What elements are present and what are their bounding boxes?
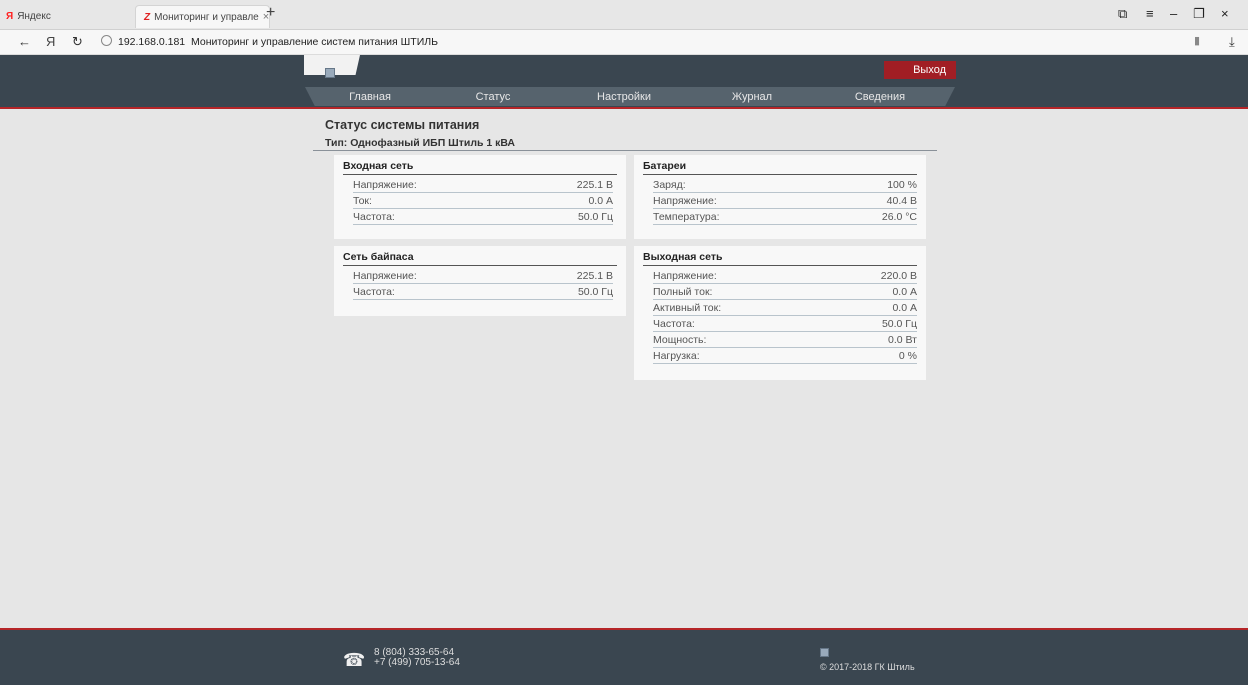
- panel-title: Входная сеть: [343, 160, 414, 172]
- panel-output-network: Выходная сеть Напряжение: 220.0 В Полный…: [634, 246, 926, 380]
- data-row: Заряд: 100 %: [653, 179, 917, 193]
- tab-monitoring[interactable]: Z Мониторинг и управле ×: [135, 5, 270, 28]
- contact-phones: 8 (804) 333-65-64 +7 (499) 705-13-64: [374, 648, 460, 668]
- row-value: 225.1 В: [576, 179, 613, 191]
- panel-input-network: Входная сеть Напряжение: 225.1 В Ток: 0.…: [334, 155, 626, 239]
- data-row: Мощность: 0.0 Вт: [653, 334, 917, 348]
- panel-title-divider: [343, 174, 617, 175]
- bookmark-icon[interactable]: ▮: [1194, 34, 1200, 47]
- tab-label: Мониторинг и управле: [154, 11, 259, 23]
- tab-yandex[interactable]: Я Яндекс: [2, 5, 136, 27]
- row-label: Частота:: [353, 211, 395, 223]
- yandex-home-icon[interactable]: Я: [46, 34, 55, 49]
- data-row: Нагрузка: 0 %: [653, 350, 917, 364]
- panel-title: Батареи: [643, 160, 687, 172]
- address-bar: ← Я ↻ 192.168.0.181 Мониторинг и управле…: [0, 30, 1248, 55]
- row-value: 0 %: [898, 350, 917, 362]
- logo-broken-image-icon: [325, 68, 335, 78]
- row-label: Напряжение:: [653, 195, 717, 207]
- row-value: 0.0 А: [588, 195, 613, 207]
- data-row: Активный ток: 0.0 А: [653, 302, 917, 316]
- menu-item-main[interactable]: Главная: [340, 89, 400, 105]
- row-label: Напряжение:: [353, 270, 417, 282]
- tabs-overview-icon[interactable]: ⧉: [1118, 6, 1127, 22]
- row-value: 26.0 °C: [881, 211, 917, 223]
- phone-icon: ☎: [343, 650, 366, 670]
- row-value: 40.4 В: [886, 195, 917, 207]
- page-subtitle: Тип: Однофазный ИБП Штиль 1 кВА: [325, 137, 516, 149]
- row-label: Частота:: [353, 286, 395, 298]
- row-label: Нагрузка:: [653, 350, 700, 362]
- copyright: © 2017-2018 ГК Штиль: [820, 662, 915, 672]
- menu-item-journal[interactable]: Журнал: [722, 89, 782, 105]
- row-value: 220.0 В: [880, 270, 917, 282]
- row-value: 50.0 Гц: [881, 318, 917, 330]
- site-header: Выход Главная Статус Настройки Журнал Св…: [0, 55, 1248, 109]
- restore-icon[interactable]: ❐: [1193, 6, 1205, 22]
- tab-label: Яндекс: [17, 10, 51, 22]
- row-label: Напряжение:: [653, 270, 717, 282]
- menu-item-status[interactable]: Статус: [463, 89, 523, 105]
- row-label: Активный ток:: [653, 302, 722, 314]
- row-value: 0.0 А: [892, 302, 917, 314]
- exit-button[interactable]: Выход: [884, 61, 956, 79]
- data-row: Напряжение: 220.0 В: [653, 270, 917, 284]
- yandex-icon: Я: [6, 10, 14, 22]
- data-row: Частота: 50.0 Гц: [653, 318, 917, 332]
- data-row: Частота: 50.0 Гц: [353, 286, 613, 300]
- url-page-title: Мониторинг и управление систем питания Ш…: [191, 36, 439, 48]
- minimize-icon[interactable]: –: [1170, 6, 1177, 21]
- row-label: Полный ток:: [653, 286, 713, 298]
- panel-bypass-network: Сеть байпаса Напряжение: 225.1 В Частота…: [334, 246, 626, 316]
- row-value: 50.0 Гц: [577, 286, 613, 298]
- close-window-icon[interactable]: ×: [1221, 6, 1229, 21]
- panel-title-divider: [643, 174, 917, 175]
- download-icon[interactable]: ⤓: [1229, 34, 1235, 50]
- row-label: Напряжение:: [353, 179, 417, 191]
- page-title: Статус системы питания: [325, 118, 480, 132]
- footer-broken-image-icon: [820, 648, 829, 657]
- back-icon[interactable]: ←: [18, 34, 31, 49]
- phone-number-2: +7 (499) 705-13-64: [374, 657, 460, 668]
- row-value: 0.0 Вт: [888, 334, 917, 346]
- menu-icon[interactable]: ≡: [1146, 6, 1154, 21]
- menu-item-settings[interactable]: Настройки: [588, 89, 660, 105]
- data-row: Частота: 50.0 Гц: [353, 211, 613, 225]
- title-divider: [313, 150, 937, 151]
- site-info-icon[interactable]: [101, 35, 112, 46]
- data-row: Напряжение: 40.4 В: [653, 195, 917, 209]
- row-label: Заряд:: [653, 179, 686, 191]
- row-value: 0.0 А: [892, 286, 917, 298]
- data-row: Полный ток: 0.0 А: [653, 286, 917, 300]
- site-footer: ☎ 8 (804) 333-65-64 +7 (499) 705-13-64 ©…: [0, 628, 1248, 685]
- data-row: Напряжение: 225.1 В: [353, 270, 613, 284]
- panel-title-divider: [343, 265, 617, 266]
- url-host: 192.168.0.181: [118, 36, 186, 48]
- row-value: 100 %: [887, 179, 917, 191]
- row-value: 50.0 Гц: [577, 211, 613, 223]
- row-label: Ток:: [353, 195, 372, 207]
- data-row: Напряжение: 225.1 В: [353, 179, 613, 193]
- panel-title: Выходная сеть: [643, 251, 723, 263]
- reload-icon[interactable]: ↻: [72, 34, 83, 50]
- row-label: Частота:: [653, 318, 695, 330]
- row-value: 225.1 В: [576, 270, 613, 282]
- panel-title-divider: [643, 265, 917, 266]
- menu-item-info[interactable]: Сведения: [848, 89, 912, 105]
- row-label: Температура:: [653, 211, 720, 223]
- panel-title: Сеть байпаса: [343, 251, 414, 263]
- data-row: Температура: 26.0 °C: [653, 211, 917, 225]
- new-tab-icon[interactable]: +: [266, 4, 275, 22]
- url-field[interactable]: 192.168.0.181 Мониторинг и управление си…: [118, 36, 438, 48]
- data-row: Ток: 0.0 А: [353, 195, 613, 209]
- browser-tab-bar: Я Яндекс Z Мониторинг и управле × + ⧉ ≡ …: [0, 0, 1248, 30]
- shtil-favicon-icon: Z: [144, 11, 151, 23]
- panel-batteries: Батареи Заряд: 100 % Напряжение: 40.4 В …: [634, 155, 926, 239]
- row-label: Мощность:: [653, 334, 707, 346]
